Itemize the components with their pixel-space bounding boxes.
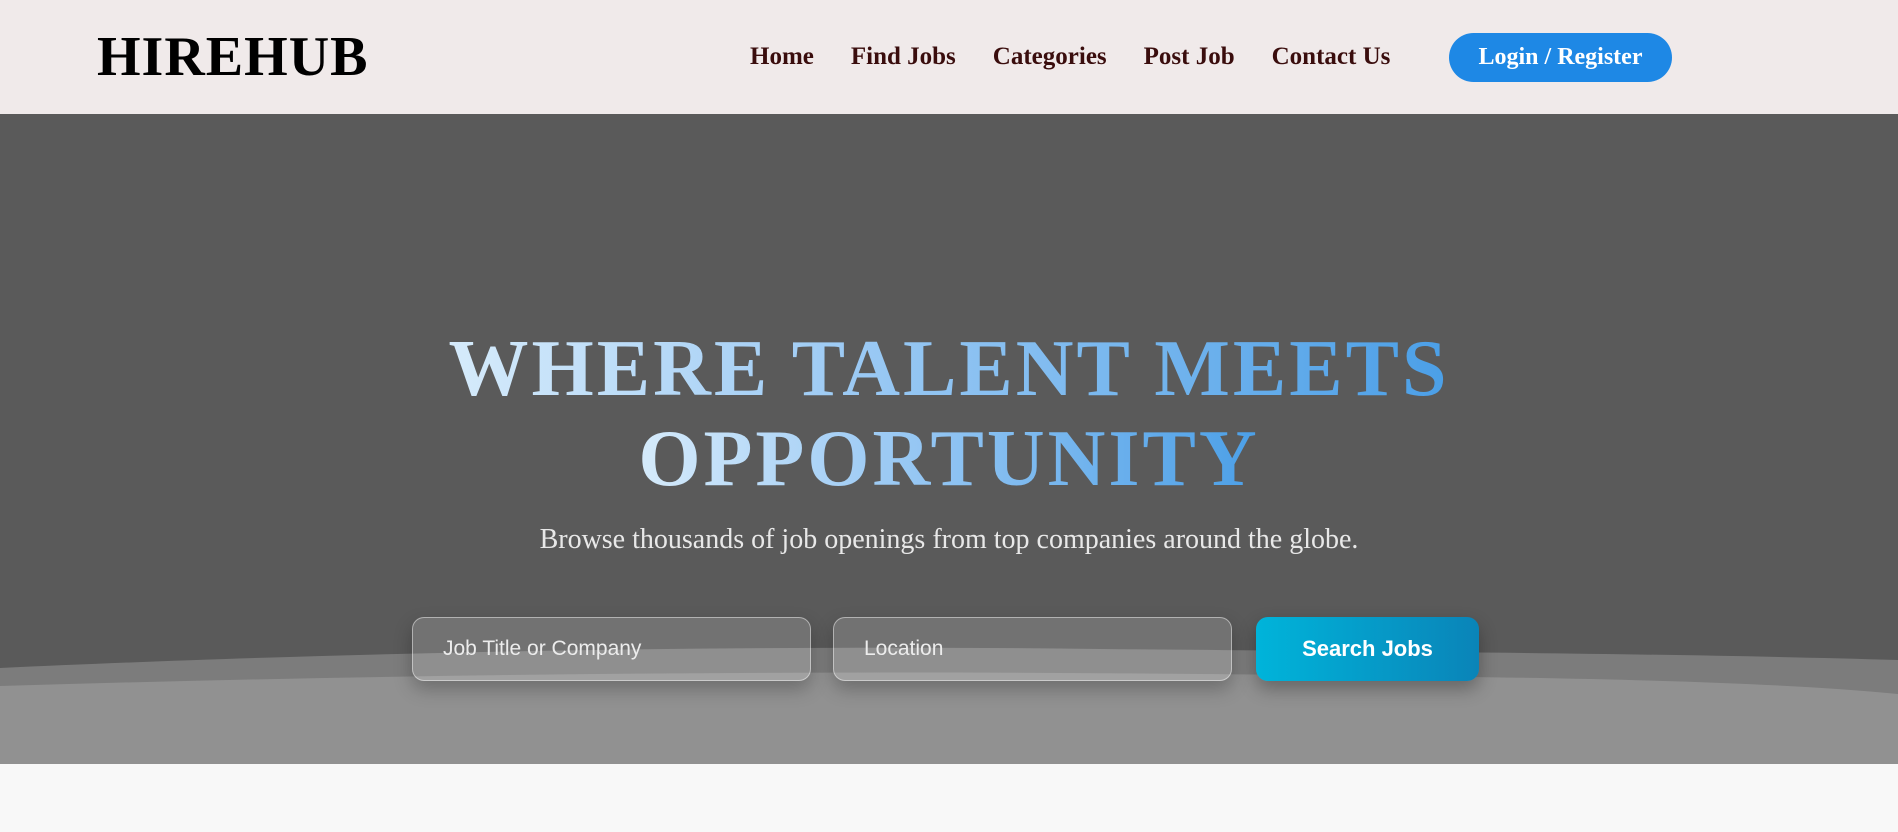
site-logo[interactable]: HIREHUB [97,26,369,88]
hero-title-line1: WHERE TALENT MEETS [448,325,1450,413]
hero-subtitle: Browse thousands of job openings from to… [539,524,1359,555]
nav-categories[interactable]: Categories [993,43,1107,71]
job-title-input[interactable] [412,617,811,681]
location-input[interactable] [833,617,1232,681]
nav-home[interactable]: Home [750,43,814,71]
job-search-bar: Search Jobs [412,617,1479,681]
search-jobs-button[interactable]: Search Jobs [1256,617,1479,681]
nav-post-job[interactable]: Post Job [1144,43,1235,71]
hero-section: WHERE TALENT MEETS OPPORTUNITY Browse th… [0,114,1898,764]
login-register-button[interactable]: Login / Register [1449,33,1672,82]
main-nav: Home Find Jobs Categories Post Job Conta… [750,33,1427,81]
nav-contact-us[interactable]: Contact Us [1272,43,1391,71]
hero-title: WHERE TALENT MEETS OPPORTUNITY [0,324,1898,504]
nav-find-jobs[interactable]: Find Jobs [851,43,956,71]
hero-title-line2: OPPORTUNITY [638,415,1260,503]
site-header: HIREHUB Home Find Jobs Categories Post J… [0,0,1898,114]
